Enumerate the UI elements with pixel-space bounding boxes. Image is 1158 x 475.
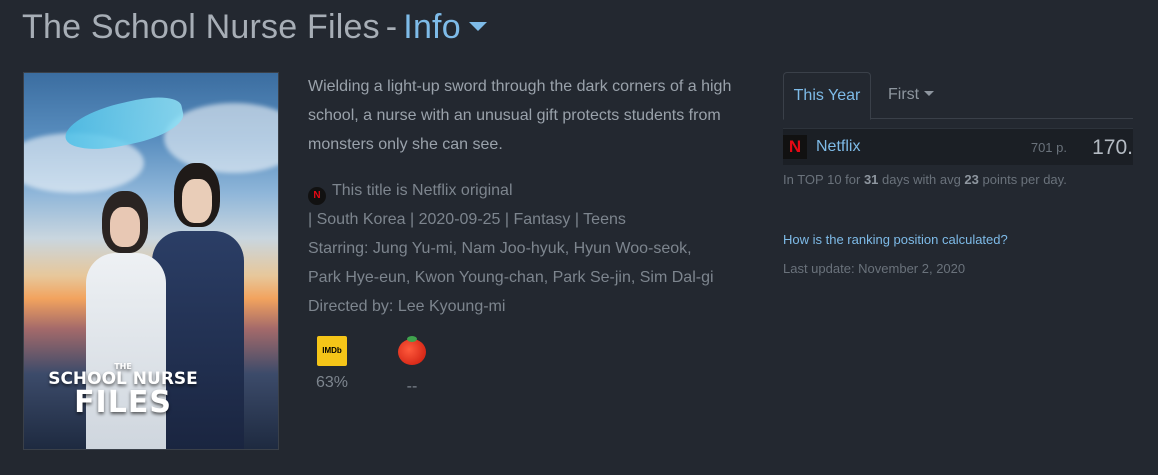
imdb-score[interactable]: IMDb 63% <box>312 336 352 392</box>
rotten-tomatoes-score[interactable]: -- <box>392 336 432 396</box>
top10-days: 31 <box>863 172 879 187</box>
ranking-row-netflix[interactable]: N Netflix 701 p. 170. <box>783 128 1133 165</box>
poster-title: THE SCHOOL NURSE FILES <box>38 363 208 418</box>
poster-figure <box>182 179 212 223</box>
rt-value: -- <box>406 378 418 395</box>
last-update: Last update: November 2, 2020 <box>783 261 966 276</box>
tomato-icon <box>398 336 426 365</box>
starring-line: Starring: Jung Yu-mi, Nam Joo-hyuk, Hyun… <box>308 240 692 257</box>
top10-mid: days with avg <box>878 172 965 187</box>
netflix-original-text: This title is Netflix original <box>332 182 513 199</box>
netflix-icon: N <box>308 187 326 205</box>
directed-line: Directed by: Lee Kyoung-mi <box>308 298 506 315</box>
page-title: The School Nurse Files - Info <box>22 8 487 47</box>
netflix-original-line: N This title is Netflix original <box>308 176 768 205</box>
rank-value: 170. <box>1092 136 1133 159</box>
ranking-tabs: This Year First <box>783 72 1133 120</box>
caret-down-icon <box>924 90 935 96</box>
tab-this-year[interactable]: This Year <box>783 72 871 120</box>
service-link[interactable]: Netflix <box>816 129 860 165</box>
tab-first-dropdown[interactable]: First <box>888 72 935 118</box>
caret-down-icon <box>468 21 487 31</box>
meta-info: N This title is Netflix original | South … <box>308 176 768 321</box>
top10-suffix: points per day. <box>978 172 1067 187</box>
starring-line-2: Park Hye-eun, Kwon Young-chan, Park Se-j… <box>308 269 714 286</box>
top10-avg: 23 <box>964 172 979 187</box>
title-separator: - <box>385 8 398 46</box>
imdb-value: 63% <box>315 374 349 391</box>
top10-prefix: In TOP 10 for <box>783 172 864 187</box>
ranking-help-link[interactable]: How is the ranking position calculated? <box>783 232 1008 247</box>
title-text: The School Nurse Files <box>22 8 380 46</box>
description: Wielding a light-up sword through the da… <box>308 78 732 153</box>
poster-image: THE SCHOOL NURSE FILES <box>23 72 279 450</box>
top10-summary: In TOP 10 for 31 days with avg 23 points… <box>783 172 1067 187</box>
imdb-icon: IMDb <box>317 336 347 366</box>
details-line: | South Korea | 2020-09-25 | Fantasy | T… <box>308 211 626 228</box>
info-dropdown[interactable]: Info <box>403 8 487 46</box>
poster-figure <box>110 207 140 247</box>
points-value: 701 p. <box>1030 140 1067 155</box>
info-label: Info <box>403 8 461 46</box>
tab-first-label: First <box>888 86 920 103</box>
netflix-logo-icon: N <box>783 135 807 159</box>
poster-title-line2: FILES <box>74 385 172 420</box>
